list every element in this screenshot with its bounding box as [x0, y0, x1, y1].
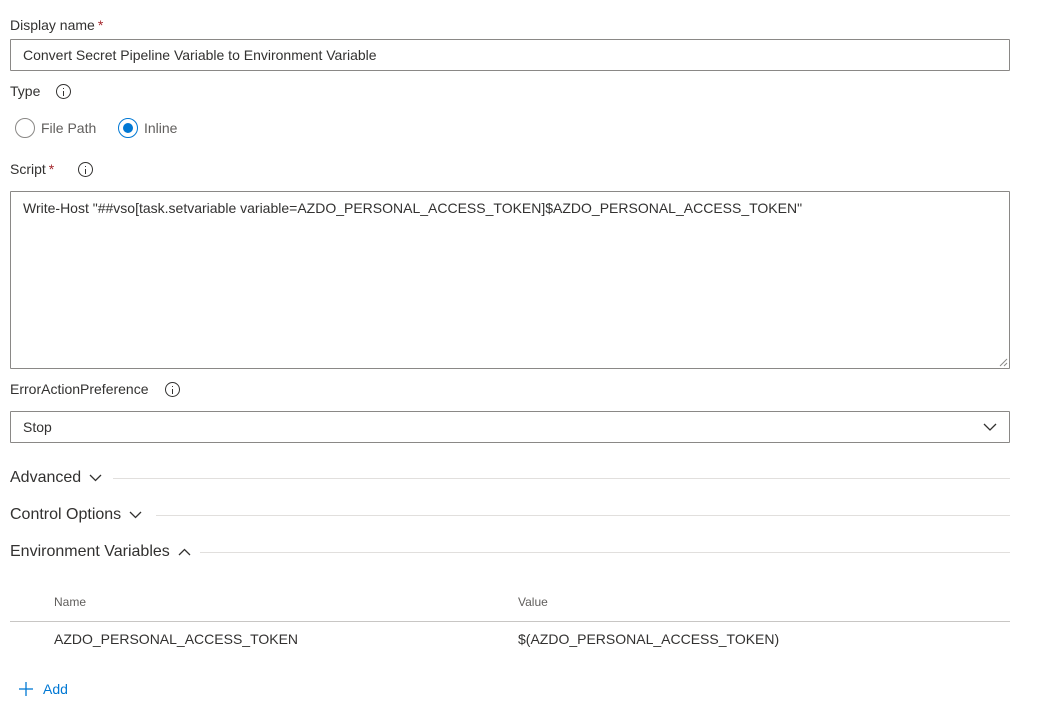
- environment-variables-section-title: Environment Variables: [10, 543, 170, 560]
- radio-inline[interactable]: Inline: [118, 118, 177, 138]
- display-name-input[interactable]: Convert Secret Pipeline Variable to Envi…: [10, 39, 1010, 71]
- error-action-value: Stop: [23, 419, 52, 435]
- chevron-down-icon: [983, 423, 997, 431]
- add-button[interactable]: Add: [18, 681, 68, 697]
- error-action-dropdown[interactable]: Stop: [10, 411, 1010, 443]
- control-options-section-toggle[interactable]: Control Options: [10, 506, 142, 524]
- chevron-down-icon: [129, 511, 142, 519]
- type-label: Type: [10, 83, 72, 99]
- type-label-text: Type: [10, 83, 41, 99]
- display-name-value: Convert Secret Pipeline Variable to Envi…: [23, 47, 377, 63]
- info-icon[interactable]: [56, 83, 72, 99]
- radio-inline-label: Inline: [144, 120, 178, 136]
- advanced-section-toggle[interactable]: Advanced: [10, 469, 102, 487]
- control-options-section-title: Control Options: [10, 506, 122, 523]
- radio-file-path-circle[interactable]: [15, 118, 35, 138]
- column-header-name: Name: [54, 595, 87, 609]
- table-row[interactable]: AZDO_PERSONAL_ACCESS_TOKEN $(AZDO_PERSON…: [10, 622, 1010, 656]
- required-marker: *: [48, 161, 55, 177]
- script-label: Script *: [10, 161, 94, 177]
- section-divider: [200, 552, 1010, 553]
- environment-variables-section-toggle[interactable]: Environment Variables: [10, 543, 191, 561]
- plus-icon: [19, 682, 33, 696]
- radio-file-path[interactable]: File Path: [15, 118, 96, 138]
- radio-inline-circle[interactable]: [118, 118, 138, 138]
- env-var-name-cell[interactable]: AZDO_PERSONAL_ACCESS_TOKEN: [54, 631, 298, 647]
- section-divider: [156, 515, 1010, 516]
- display-name-label-text: Display name: [10, 17, 95, 33]
- script-label-text: Script: [10, 161, 46, 177]
- info-icon[interactable]: [164, 381, 180, 397]
- add-button-label: Add: [43, 681, 68, 697]
- column-header-value: Value: [518, 595, 548, 609]
- display-name-label: Display name *: [10, 17, 103, 33]
- error-action-label: ErrorActionPreference: [10, 381, 180, 397]
- section-divider: [113, 478, 1010, 479]
- script-textarea[interactable]: Write-Host "##vso[task.setvariable varia…: [10, 191, 1010, 369]
- resize-grip-icon[interactable]: [999, 358, 1008, 367]
- info-icon[interactable]: [78, 161, 94, 177]
- required-marker: *: [97, 17, 104, 33]
- script-editor[interactable]: Write-Host "##vso[task.setvariable varia…: [10, 191, 1010, 369]
- chevron-down-icon: [89, 474, 102, 482]
- advanced-section-title: Advanced: [10, 469, 82, 486]
- env-var-value-cell[interactable]: $(AZDO_PERSONAL_ACCESS_TOKEN): [518, 631, 779, 647]
- error-action-label-text: ErrorActionPreference: [10, 381, 149, 397]
- chevron-up-icon: [178, 548, 191, 556]
- script-value: Write-Host "##vso[task.setvariable varia…: [23, 200, 803, 216]
- radio-file-path-label: File Path: [41, 120, 97, 136]
